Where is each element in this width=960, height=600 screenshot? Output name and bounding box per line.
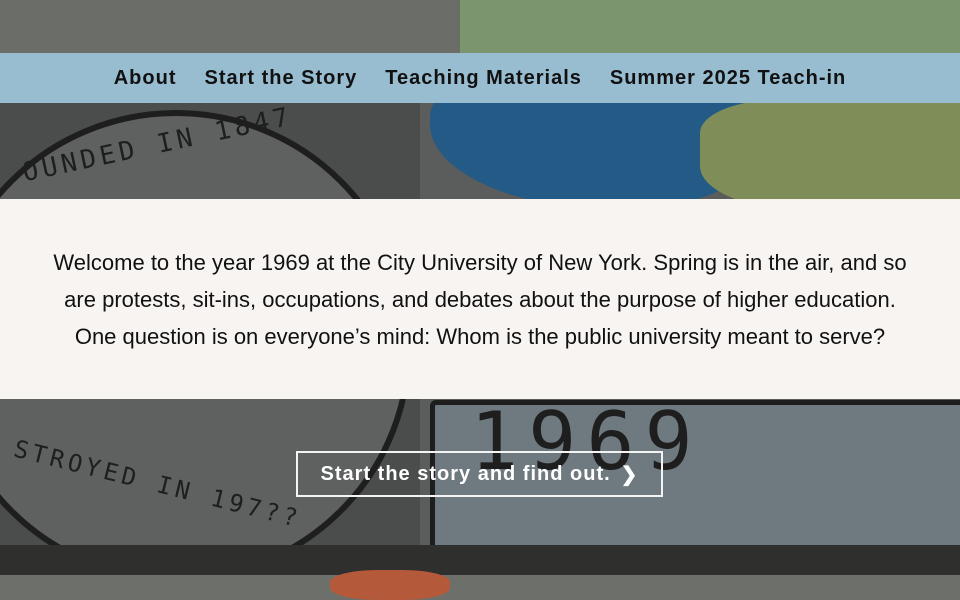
welcome-band: Welcome to the year 1969 at the City Uni… — [0, 199, 960, 399]
start-story-button-label: Start the story and find out. — [320, 462, 611, 485]
nav-item-about[interactable]: About — [114, 67, 177, 90]
bg-orange-shape — [330, 570, 450, 600]
bg-green-right — [700, 100, 960, 210]
bg-bottom — [0, 575, 960, 600]
welcome-text: Welcome to the year 1969 at the City Uni… — [53, 249, 907, 349]
start-story-button[interactable]: Start the story and find out. ❯ — [296, 451, 663, 497]
nav-item-teaching-materials[interactable]: Teaching Materials — [385, 67, 582, 90]
chevron-right-icon: ❯ — [620, 463, 639, 486]
bg-green-top — [460, 0, 960, 55]
main-nav: About Start the Story Teaching Materials… — [0, 53, 960, 103]
bg-bottom-strip — [0, 545, 960, 575]
nav-item-start-the-story[interactable]: Start the Story — [204, 67, 357, 90]
nav-item-summer-teach-in[interactable]: Summer 2025 Teach-in — [610, 67, 846, 90]
